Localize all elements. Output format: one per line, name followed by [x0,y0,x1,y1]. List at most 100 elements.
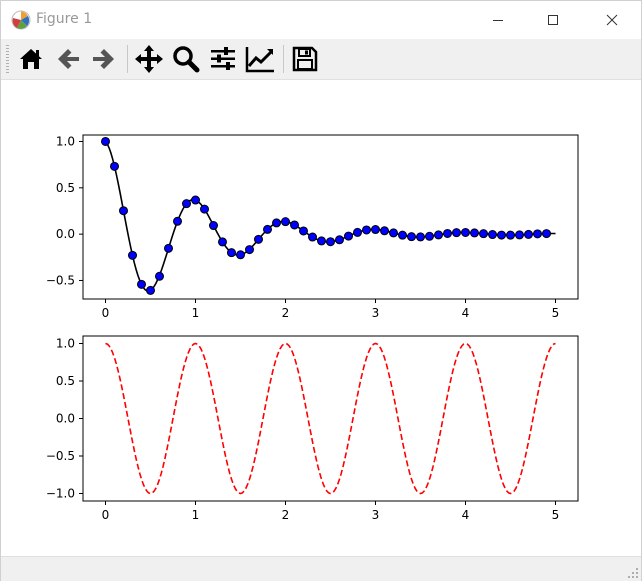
close-icon [606,14,618,26]
toolbar-separator [283,45,284,73]
minimize-button[interactable] [475,1,521,39]
title-bar[interactable]: Figure 1 [1,1,641,39]
data-point-marker [173,216,182,226]
y-tick-label: 0.0 [56,412,75,426]
window-title: Figure 1 [36,11,93,27]
data-point-marker [389,228,398,238]
x-tick-label: 1 [192,508,200,522]
data-point-marker [398,230,407,240]
y-tick-label: 0.5 [56,181,75,195]
data-point-marker [452,228,461,238]
back-button[interactable] [52,43,84,75]
x-tick-label: 0 [102,306,110,320]
data-point-marker [344,231,353,241]
minimize-icon [493,20,503,21]
home-button[interactable] [15,43,47,75]
data-point-marker [236,250,245,260]
figure-window: Figure 1 0 1 2 3 4 5 −0.5 0.0 0.5 1.0 0 … [0,0,642,581]
data-point-marker [209,221,218,231]
data-point-marker [542,229,551,239]
data-point-marker [362,225,371,235]
toolbar-grip[interactable] [6,45,9,73]
forward-button[interactable] [88,43,120,75]
data-point-marker [488,230,497,240]
data-point-marker [335,235,344,245]
pan-icon [135,45,163,73]
x-tick-label: 4 [462,508,470,522]
data-point-marker [425,231,434,241]
x-tick-label: 2 [282,508,290,522]
x-tick-label: 1 [192,306,200,320]
x-tick-label: 3 [372,306,380,320]
save-button[interactable] [289,43,321,75]
y-tick-label: −1.0 [46,487,75,501]
data-point-marker [407,232,416,242]
close-button[interactable] [589,1,635,39]
data-point-marker [443,228,452,238]
home-icon [20,49,42,69]
y-tick-label: 1.0 [56,337,75,351]
configure-subplots-button[interactable] [207,43,239,75]
y-tick-label: 1.0 [56,134,75,148]
data-point-marker [434,230,443,240]
toolbar-separator [127,45,128,73]
back-arrow-icon [58,49,79,69]
subplots-config-icon [211,47,235,70]
data-point-marker [155,271,164,281]
data-point-marker [497,230,506,240]
data-point-marker [146,285,155,295]
x-tick-label: 2 [282,306,290,320]
data-point-marker [416,232,425,242]
data-point-marker [290,220,299,230]
data-point-marker [461,227,470,237]
y-tick-label: −0.5 [46,449,75,463]
data-point-marker [308,232,317,242]
x-tick-label: 5 [552,306,560,320]
data-point-marker [218,237,227,247]
data-point-marker [506,230,515,240]
data-point-marker [254,234,263,244]
figure-svg[interactable]: 0 1 2 3 4 5 −0.5 0.0 0.5 1.0 0 1 2 3 4 5 −1.0 −0.5 0.0 0.5 1… [1,80,641,554]
data-point-marker [479,229,488,239]
maximize-button[interactable] [530,1,576,39]
data-point-marker [128,250,137,260]
data-point-marker [524,229,533,239]
data-point-marker [353,227,362,237]
pan-button[interactable] [133,43,165,75]
zoom-icon [173,46,200,73]
data-point-marker [200,204,209,214]
maximize-icon [548,15,558,25]
data-point-marker [191,195,200,205]
resize-grip-icon[interactable] [627,567,639,579]
save-icon [292,46,318,72]
data-point-marker [263,224,272,234]
figure-canvas[interactable]: 0 1 2 3 4 5 −0.5 0.0 0.5 1.0 0 1 2 3 4 5 −1.0 −0.5 0.0 0.5 1… [1,80,641,554]
status-bar [1,556,641,581]
x-tick-label: 4 [462,306,470,320]
data-point-marker [371,225,380,235]
data-point-marker [380,226,389,236]
edit-axes-icon [245,47,274,73]
edit-axes-button[interactable] [244,43,276,75]
data-point-marker [101,136,110,146]
data-point-marker [272,218,281,228]
data-point-marker [470,228,479,238]
x-tick-label: 0 [102,508,110,522]
x-tick-label: 3 [372,508,380,522]
damped-line [104,141,556,292]
x-tick-label: 5 [552,508,560,522]
axes-frame [82,335,579,502]
zoom-button[interactable] [170,43,202,75]
y-tick-label: −0.5 [46,273,75,287]
cosine-dashed-line [105,342,556,495]
data-point-marker [137,279,146,289]
data-point-marker [164,243,173,253]
data-point-marker [245,245,254,255]
data-point-marker [182,199,191,209]
matplotlib-logo-icon [11,10,31,30]
data-point-marker [533,229,542,239]
data-point-marker [515,230,524,240]
forward-arrow-icon [93,49,114,69]
data-point-marker [110,161,119,171]
data-point-marker [326,237,335,247]
